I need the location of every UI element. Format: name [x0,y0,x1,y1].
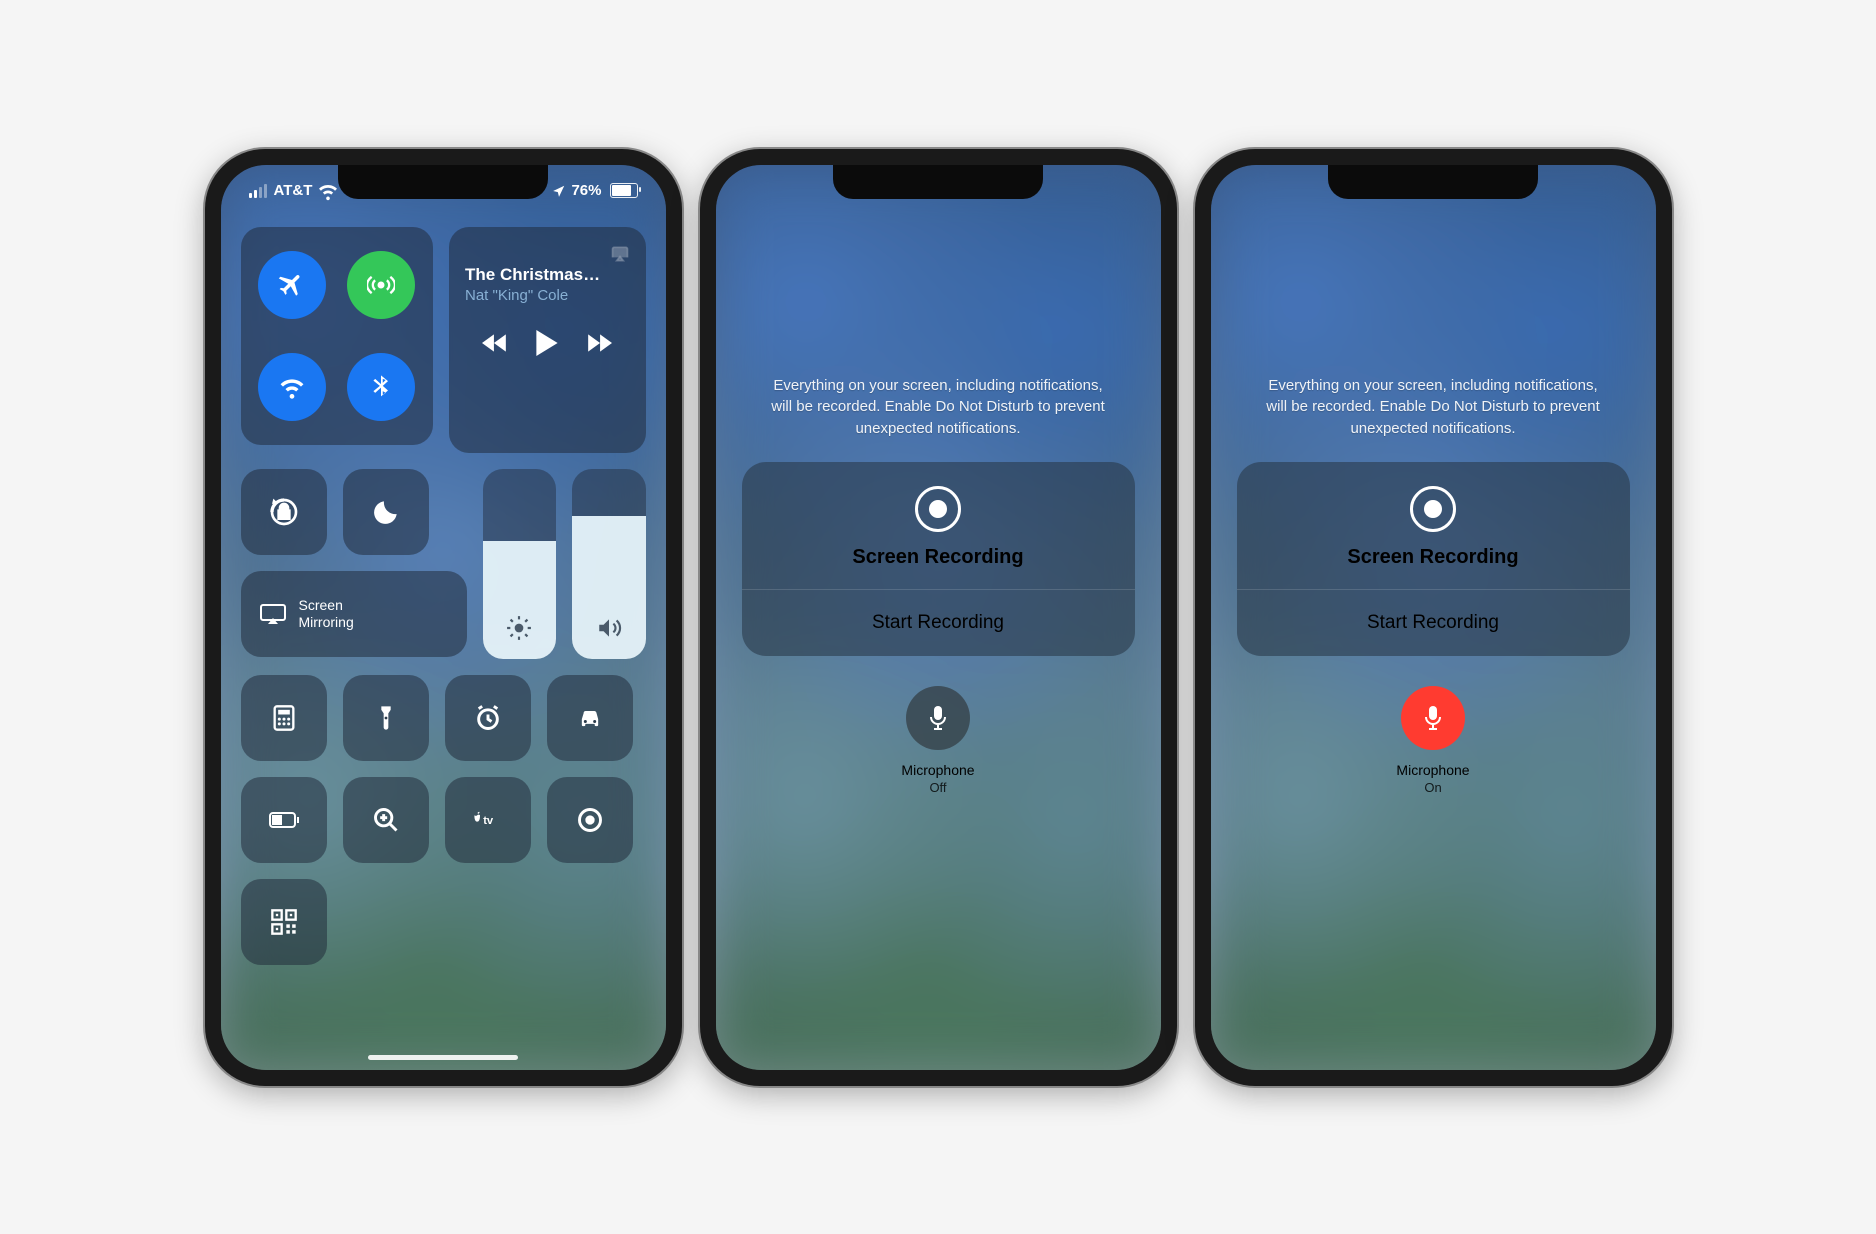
media-module[interactable]: The Christmas… Nat "King" Cole [449,227,646,453]
qr-code-icon [270,908,298,936]
battery-icon [610,183,638,198]
driving-mode-button[interactable] [547,675,633,761]
media-subtitle: Nat "King" Cole [465,287,630,304]
start-recording-button[interactable]: Start Recording [1237,589,1630,656]
airplay-icon [610,245,630,263]
airplane-mode-toggle[interactable] [258,251,326,319]
cellular-icon [367,271,395,299]
microphone-icon [926,704,950,732]
phone-screen-recording-mic-off: Everything on your screen, including not… [700,149,1177,1086]
battery-percent: 76% [571,182,601,199]
orientation-lock-toggle[interactable] [241,469,327,555]
bluetooth-toggle[interactable] [347,353,415,421]
calculator-icon [270,704,298,732]
flashlight-icon [372,704,400,732]
recording-title: Screen Recording [852,546,1023,569]
magnifier-button[interactable] [343,777,429,863]
wifi-icon [278,373,306,401]
microphone-icon [1421,704,1445,732]
apple-tv-icon: tv [472,804,504,836]
recording-title: Screen Recording [1347,546,1518,569]
location-icon [552,184,566,198]
carrier-label: AT&T [274,182,313,199]
recording-card: Screen Recording Start Recording [742,462,1135,656]
orientation-lock-icon [268,496,300,528]
record-icon [1410,486,1456,532]
recording-card: Screen Recording Start Recording [1237,462,1630,656]
airplane-icon [278,271,306,299]
screen-mirroring-button[interactable]: ScreenMirroring [241,571,467,657]
volume-slider[interactable] [572,469,646,659]
signal-icon [249,184,267,198]
recording-disclaimer: Everything on your screen, including not… [1263,375,1603,440]
microphone-state: On [1424,780,1441,795]
qr-scanner-button[interactable] [241,879,327,965]
car-icon [576,704,604,732]
flashlight-button[interactable] [343,675,429,761]
screen-mirroring-icon [259,603,287,625]
low-power-icon [268,811,300,829]
low-power-mode-button[interactable] [241,777,327,863]
forward-button[interactable] [586,333,612,353]
alarm-button[interactable] [445,675,531,761]
screen-record-button[interactable] [547,777,633,863]
microphone-label: Microphone [901,762,974,778]
bluetooth-icon [367,373,395,401]
wifi-icon [317,180,339,202]
phone-screen-recording-mic-on: Everything on your screen, including not… [1195,149,1672,1086]
microphone-toggle[interactable] [1401,686,1465,750]
home-indicator[interactable] [368,1055,518,1060]
moon-icon [370,496,402,528]
screen-mirroring-label: ScreenMirroring [299,597,354,631]
do-not-disturb-toggle[interactable] [343,469,429,555]
magnifier-icon [372,806,400,834]
microphone-state: Off [929,780,946,795]
connectivity-module [241,227,434,445]
notch [1328,165,1538,199]
alarm-clock-icon [474,704,502,732]
calculator-button[interactable] [241,675,327,761]
record-icon [915,486,961,532]
phone-control-center: AT&T 76% [205,149,682,1086]
cellular-data-toggle[interactable] [347,251,415,319]
wifi-toggle[interactable] [258,353,326,421]
play-button[interactable] [536,330,558,356]
microphone-toggle[interactable] [906,686,970,750]
record-icon [576,806,604,834]
svg-text:tv: tv [483,815,494,827]
media-title: The Christmas… [465,265,630,285]
brightness-slider[interactable] [483,469,557,659]
recording-disclaimer: Everything on your screen, including not… [768,375,1108,440]
brightness-icon [506,615,532,641]
apple-tv-remote-button[interactable]: tv [445,777,531,863]
volume-icon [596,615,622,641]
rewind-button[interactable] [482,333,508,353]
microphone-label: Microphone [1396,762,1469,778]
start-recording-button[interactable]: Start Recording [742,589,1135,656]
notch [833,165,1043,199]
notch [338,165,548,199]
